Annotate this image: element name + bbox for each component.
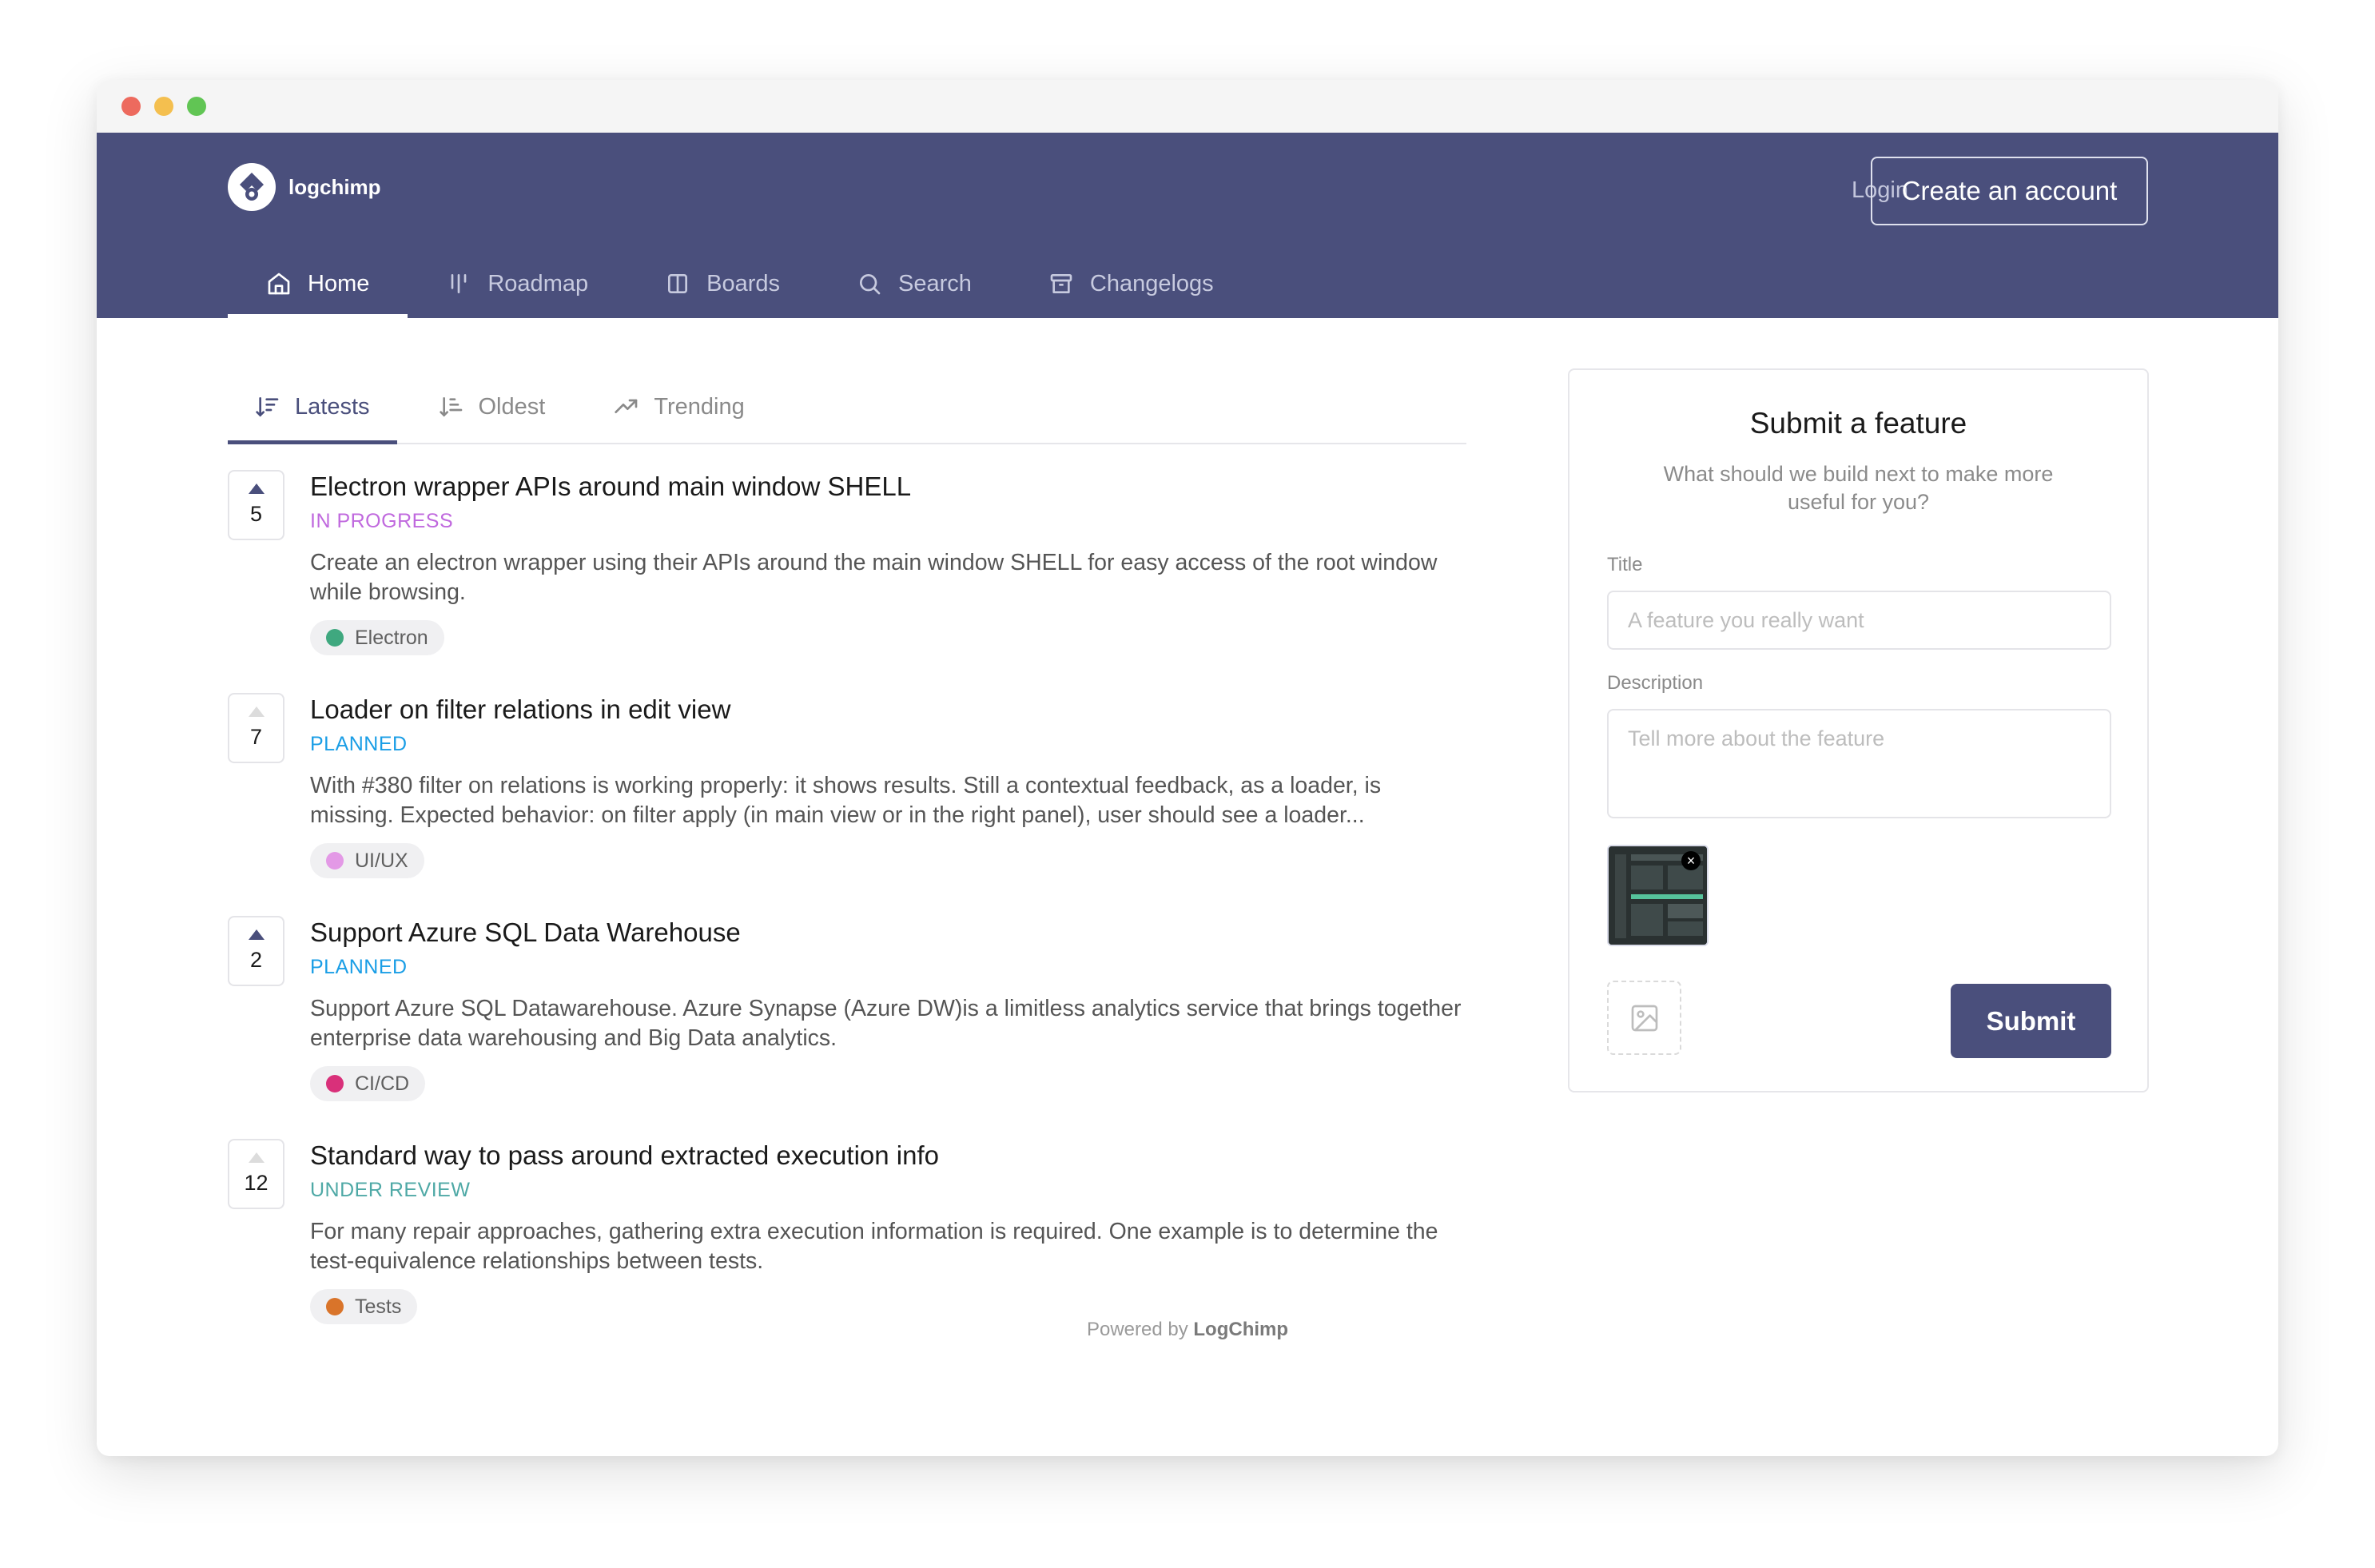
main-content: Latests Oldest Trending 5 Electron wrapp… xyxy=(97,318,2278,1456)
boards-icon xyxy=(668,274,688,293)
remove-attachment-icon[interactable]: × xyxy=(1681,851,1701,870)
panel-subtitle: What should we build next to make more u… xyxy=(1663,462,2054,514)
title-input[interactable]: A feature you really want xyxy=(1607,591,2111,650)
create-account-button[interactable]: Create an account xyxy=(1871,157,2148,225)
vote-count: 2 xyxy=(249,948,263,972)
upload-image-button[interactable] xyxy=(1607,981,1681,1055)
archive-icon xyxy=(1050,274,1072,293)
nav-label: Home xyxy=(308,270,370,296)
nav-item-boards[interactable]: Boards xyxy=(627,249,818,318)
tag-color-dot xyxy=(326,1298,344,1315)
tab-label: Trending xyxy=(654,393,745,420)
tag-color-dot xyxy=(326,1075,344,1092)
status-badge: UNDER REVIEW xyxy=(310,1179,471,1201)
main-nav: Home Roadmap Boards Search Changelogs xyxy=(228,249,1252,318)
post-description: Support Azure SQL Datawarehouse. Azure S… xyxy=(310,996,1462,1051)
upvote-arrow-icon xyxy=(248,484,265,494)
post-item[interactable]: 5 Electron wrapper APIs around main wind… xyxy=(228,470,1474,693)
vote-count: 5 xyxy=(249,502,263,526)
post-tag[interactable]: Electron xyxy=(310,620,444,655)
tag-label: Tests xyxy=(355,1295,402,1318)
upvote-arrow-icon xyxy=(248,929,265,940)
description-label: Description xyxy=(1607,672,1704,694)
footer-prefix: Powered by xyxy=(1086,1319,1188,1340)
tab-trending[interactable]: Trending xyxy=(587,371,771,443)
tab-label: Latests xyxy=(295,393,370,420)
nav-label: Changelogs xyxy=(1089,270,1214,296)
status-badge: PLANNED xyxy=(310,733,408,755)
window-titlebar xyxy=(97,80,2278,133)
close-window-button[interactable] xyxy=(121,97,141,116)
browser-window: logchimp Login Create an account Home Ro… xyxy=(97,80,2278,1456)
attachment-thumbnail[interactable]: × xyxy=(1607,845,1709,946)
brand-name: logchimp xyxy=(288,174,381,199)
trending-up-icon xyxy=(615,399,638,413)
status-badge: IN PROGRESS xyxy=(310,510,454,532)
status-badge: PLANNED xyxy=(310,956,408,978)
tag-label: UI/UX xyxy=(355,849,408,872)
vote-count: 7 xyxy=(249,725,263,749)
post-description: With #380 filter on relations is working… xyxy=(310,773,1382,828)
post-item[interactable]: 2 Support Azure SQL Data Warehouse PLANN… xyxy=(228,916,1474,1139)
nav-item-changelogs[interactable]: Changelogs xyxy=(1010,249,1252,318)
post-tag[interactable]: UI/UX xyxy=(310,843,424,878)
description-textarea[interactable]: Tell more about the feature xyxy=(1607,709,2111,818)
submit-button[interactable]: Submit xyxy=(1951,984,2111,1058)
upvote-arrow-icon xyxy=(248,1152,265,1163)
nav-label: Boards xyxy=(706,270,780,296)
submit-feature-panel: Submit a feature What should we build ne… xyxy=(1568,368,2149,1092)
post-description: For many repair approaches, gathering ex… xyxy=(310,1219,1438,1274)
post-title[interactable]: Standard way to pass around extracted ex… xyxy=(310,1139,1469,1172)
logchimp-logo-icon xyxy=(228,163,276,211)
tag-color-dot xyxy=(326,852,344,870)
search-icon xyxy=(860,274,881,295)
tab-label: Oldest xyxy=(478,393,546,420)
upvote-button[interactable]: 7 xyxy=(228,693,284,763)
post-title[interactable]: Support Azure SQL Data Warehouse xyxy=(310,916,1469,949)
sort-descending-icon xyxy=(256,397,279,417)
upvote-arrow-icon xyxy=(248,706,265,717)
nav-item-home[interactable]: Home xyxy=(228,249,408,318)
post-list: 5 Electron wrapper APIs around main wind… xyxy=(228,470,1474,1362)
tab-oldest[interactable]: Oldest xyxy=(412,371,573,443)
post-tag[interactable]: CI/CD xyxy=(310,1066,426,1101)
nav-label: Roadmap xyxy=(487,270,589,296)
sort-ascending-icon xyxy=(439,397,462,417)
upvote-button[interactable]: 12 xyxy=(228,1139,284,1209)
post-item[interactable]: 7 Loader on filter relations in edit vie… xyxy=(228,693,1474,916)
site-header: logchimp Login Create an account Home Ro… xyxy=(97,133,2278,318)
nav-item-roadmap[interactable]: Roadmap xyxy=(408,249,627,318)
maximize-window-button[interactable] xyxy=(187,97,206,116)
logo-link[interactable]: logchimp xyxy=(228,163,381,211)
tab-latests[interactable]: Latests xyxy=(228,371,397,444)
upvote-button[interactable]: 2 xyxy=(228,916,284,986)
nav-label: Search xyxy=(898,270,972,296)
tag-color-dot xyxy=(326,629,344,647)
home-icon xyxy=(268,273,290,295)
footer-brand-link[interactable]: LogChimp xyxy=(1193,1319,1288,1340)
nav-item-search[interactable]: Search xyxy=(818,249,1010,318)
footer: Powered by LogChimp xyxy=(97,1319,2278,1341)
title-label: Title xyxy=(1607,554,1643,575)
upvote-button[interactable]: 5 xyxy=(228,470,284,540)
sort-tabs: Latests Oldest Trending xyxy=(228,371,1466,444)
panel-title: Submit a feature xyxy=(1749,407,1967,440)
tag-label: Electron xyxy=(355,626,428,649)
post-description: Create an electron wrapper using their A… xyxy=(310,550,1438,605)
tag-label: CI/CD xyxy=(355,1072,410,1095)
minimize-window-button[interactable] xyxy=(154,97,173,116)
image-icon xyxy=(1631,1005,1657,1031)
post-title[interactable]: Electron wrapper APIs around main window… xyxy=(310,470,1469,503)
post-title[interactable]: Loader on filter relations in edit view xyxy=(310,693,1469,726)
roadmap-icon xyxy=(452,274,467,293)
vote-count: 12 xyxy=(244,1171,269,1195)
